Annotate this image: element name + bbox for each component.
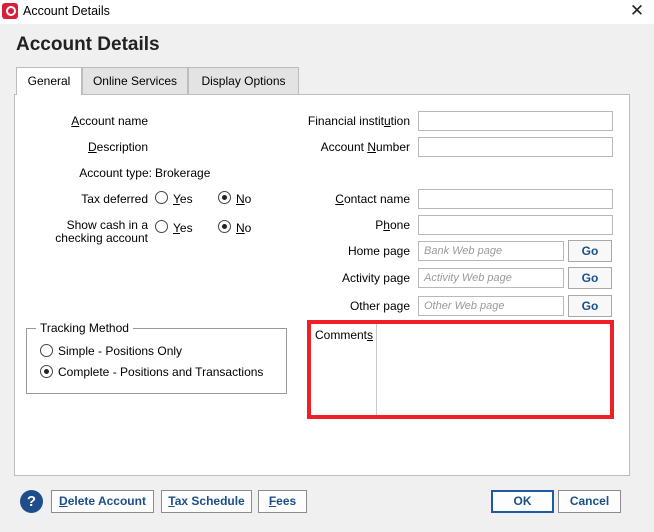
cancel-button[interactable]: Cancel (558, 490, 621, 513)
tax-schedule-button[interactable]: Tax Schedule (161, 490, 252, 513)
fees-button[interactable]: Fees (258, 490, 307, 513)
tab-online-services[interactable]: Online Services (82, 67, 188, 94)
close-icon[interactable]: ✕ (628, 2, 646, 20)
title-bar: Account Details ✕ (0, 0, 654, 24)
dialog-heading: Account Details (16, 34, 160, 55)
window-title: Account Details (23, 4, 110, 18)
tab-general[interactable]: General (16, 67, 82, 95)
tab-display-options[interactable]: Display Options (188, 67, 299, 94)
delete-account-button[interactable]: Delete Account (51, 490, 154, 513)
help-icon[interactable]: ? (20, 490, 43, 513)
ok-button[interactable]: OK (491, 490, 554, 513)
general-panel (14, 94, 630, 476)
quicken-logo-icon (2, 3, 18, 19)
